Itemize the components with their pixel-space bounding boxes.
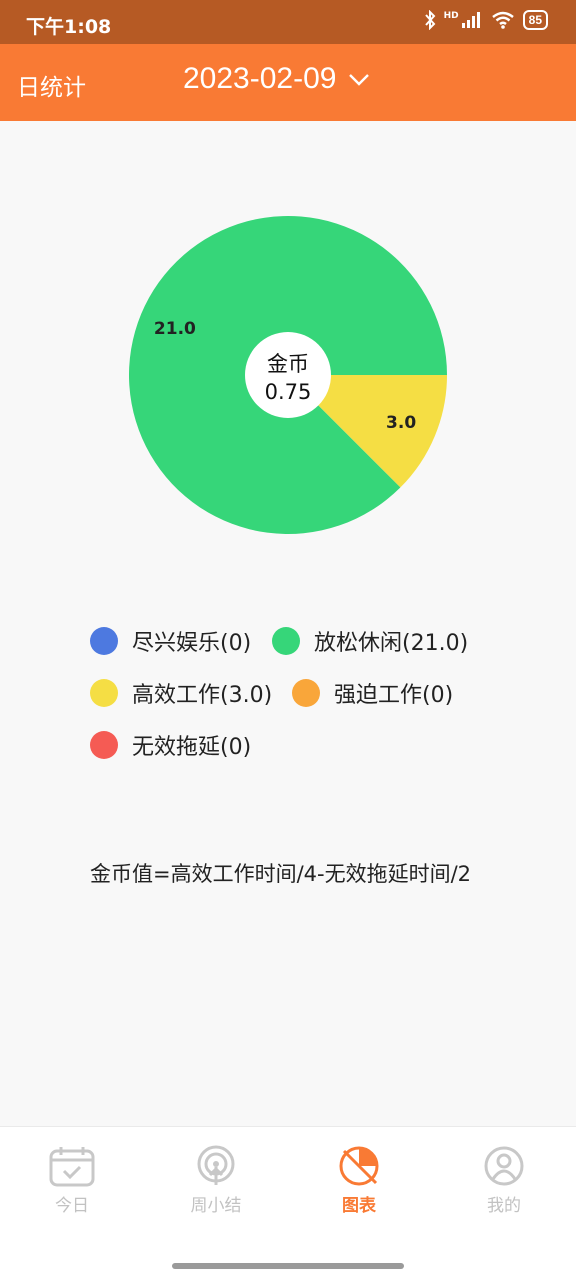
wifi-icon	[491, 11, 514, 29]
network-type-label: HD	[443, 11, 459, 21]
battery-indicator: 85	[522, 10, 548, 30]
legend-item: 强迫工作(0)	[292, 677, 453, 709]
legend-item: 放松休闲(21.0)	[272, 625, 468, 657]
date-picker[interactable]: 2023-02-09	[183, 62, 370, 96]
legend-label: 放松休闲(21.0)	[314, 631, 469, 656]
status-bar: 下午1:08 HD 85	[0, 0, 576, 44]
legend-label: 尽兴娱乐(0)	[132, 631, 252, 656]
legend-dot	[292, 679, 320, 707]
pie-data-label: 21.0	[154, 319, 196, 339]
chevron-down-icon	[349, 74, 370, 86]
date-value: 2023-02-09	[183, 62, 337, 95]
tab-label: 图表	[342, 1196, 376, 1216]
bluetooth-icon	[424, 10, 435, 30]
center-label: 金币	[267, 352, 309, 376]
user-icon	[484, 1146, 524, 1186]
tab-charts[interactable]: 图表	[299, 1145, 419, 1216]
legend-dot	[90, 627, 118, 655]
status-time: 下午1:08	[26, 16, 112, 38]
legend-item: 无效拖延(0)	[90, 729, 251, 761]
tab-label: 我的	[487, 1196, 521, 1216]
legend-dot	[272, 627, 300, 655]
legend-dot	[90, 731, 118, 759]
tab-label: 周小结	[190, 1196, 242, 1216]
page-title: 日统计	[17, 75, 86, 101]
status-icons: HD 85	[424, 10, 548, 30]
legend-item: 尽兴娱乐(0)	[90, 625, 251, 657]
pie-chart: 21.0 3.0 金币 0.75	[128, 216, 447, 535]
center-value: 0.75	[265, 380, 312, 404]
legend-label: 高效工作(3.0)	[132, 683, 273, 708]
legend-label: 强迫工作(0)	[334, 683, 454, 708]
home-indicator	[172, 1263, 404, 1269]
pie-data-label: 3.0	[386, 413, 416, 433]
tab-mine[interactable]: 我的	[444, 1145, 564, 1216]
tab-label: 今日	[55, 1196, 89, 1216]
app-header: 日统计 2023-02-09	[0, 44, 576, 121]
formula-text: 金币值=高效工作时间/4-无效拖延时间/2	[90, 862, 472, 886]
legend-item: 高效工作(3.0)	[90, 677, 272, 709]
bottom-tab-bar: 今日 周小结 图表 我的	[0, 1126, 576, 1281]
tab-today[interactable]: 今日	[12, 1145, 132, 1216]
legend-label: 无效拖延(0)	[132, 735, 252, 760]
legend-dot	[90, 679, 118, 707]
calendar-check-icon	[49, 1147, 95, 1187]
tab-weekly-summary[interactable]: 周小结	[156, 1145, 276, 1216]
signal-icon	[461, 12, 480, 28]
chart-icon	[339, 1146, 379, 1186]
broadcast-icon	[197, 1145, 235, 1185]
